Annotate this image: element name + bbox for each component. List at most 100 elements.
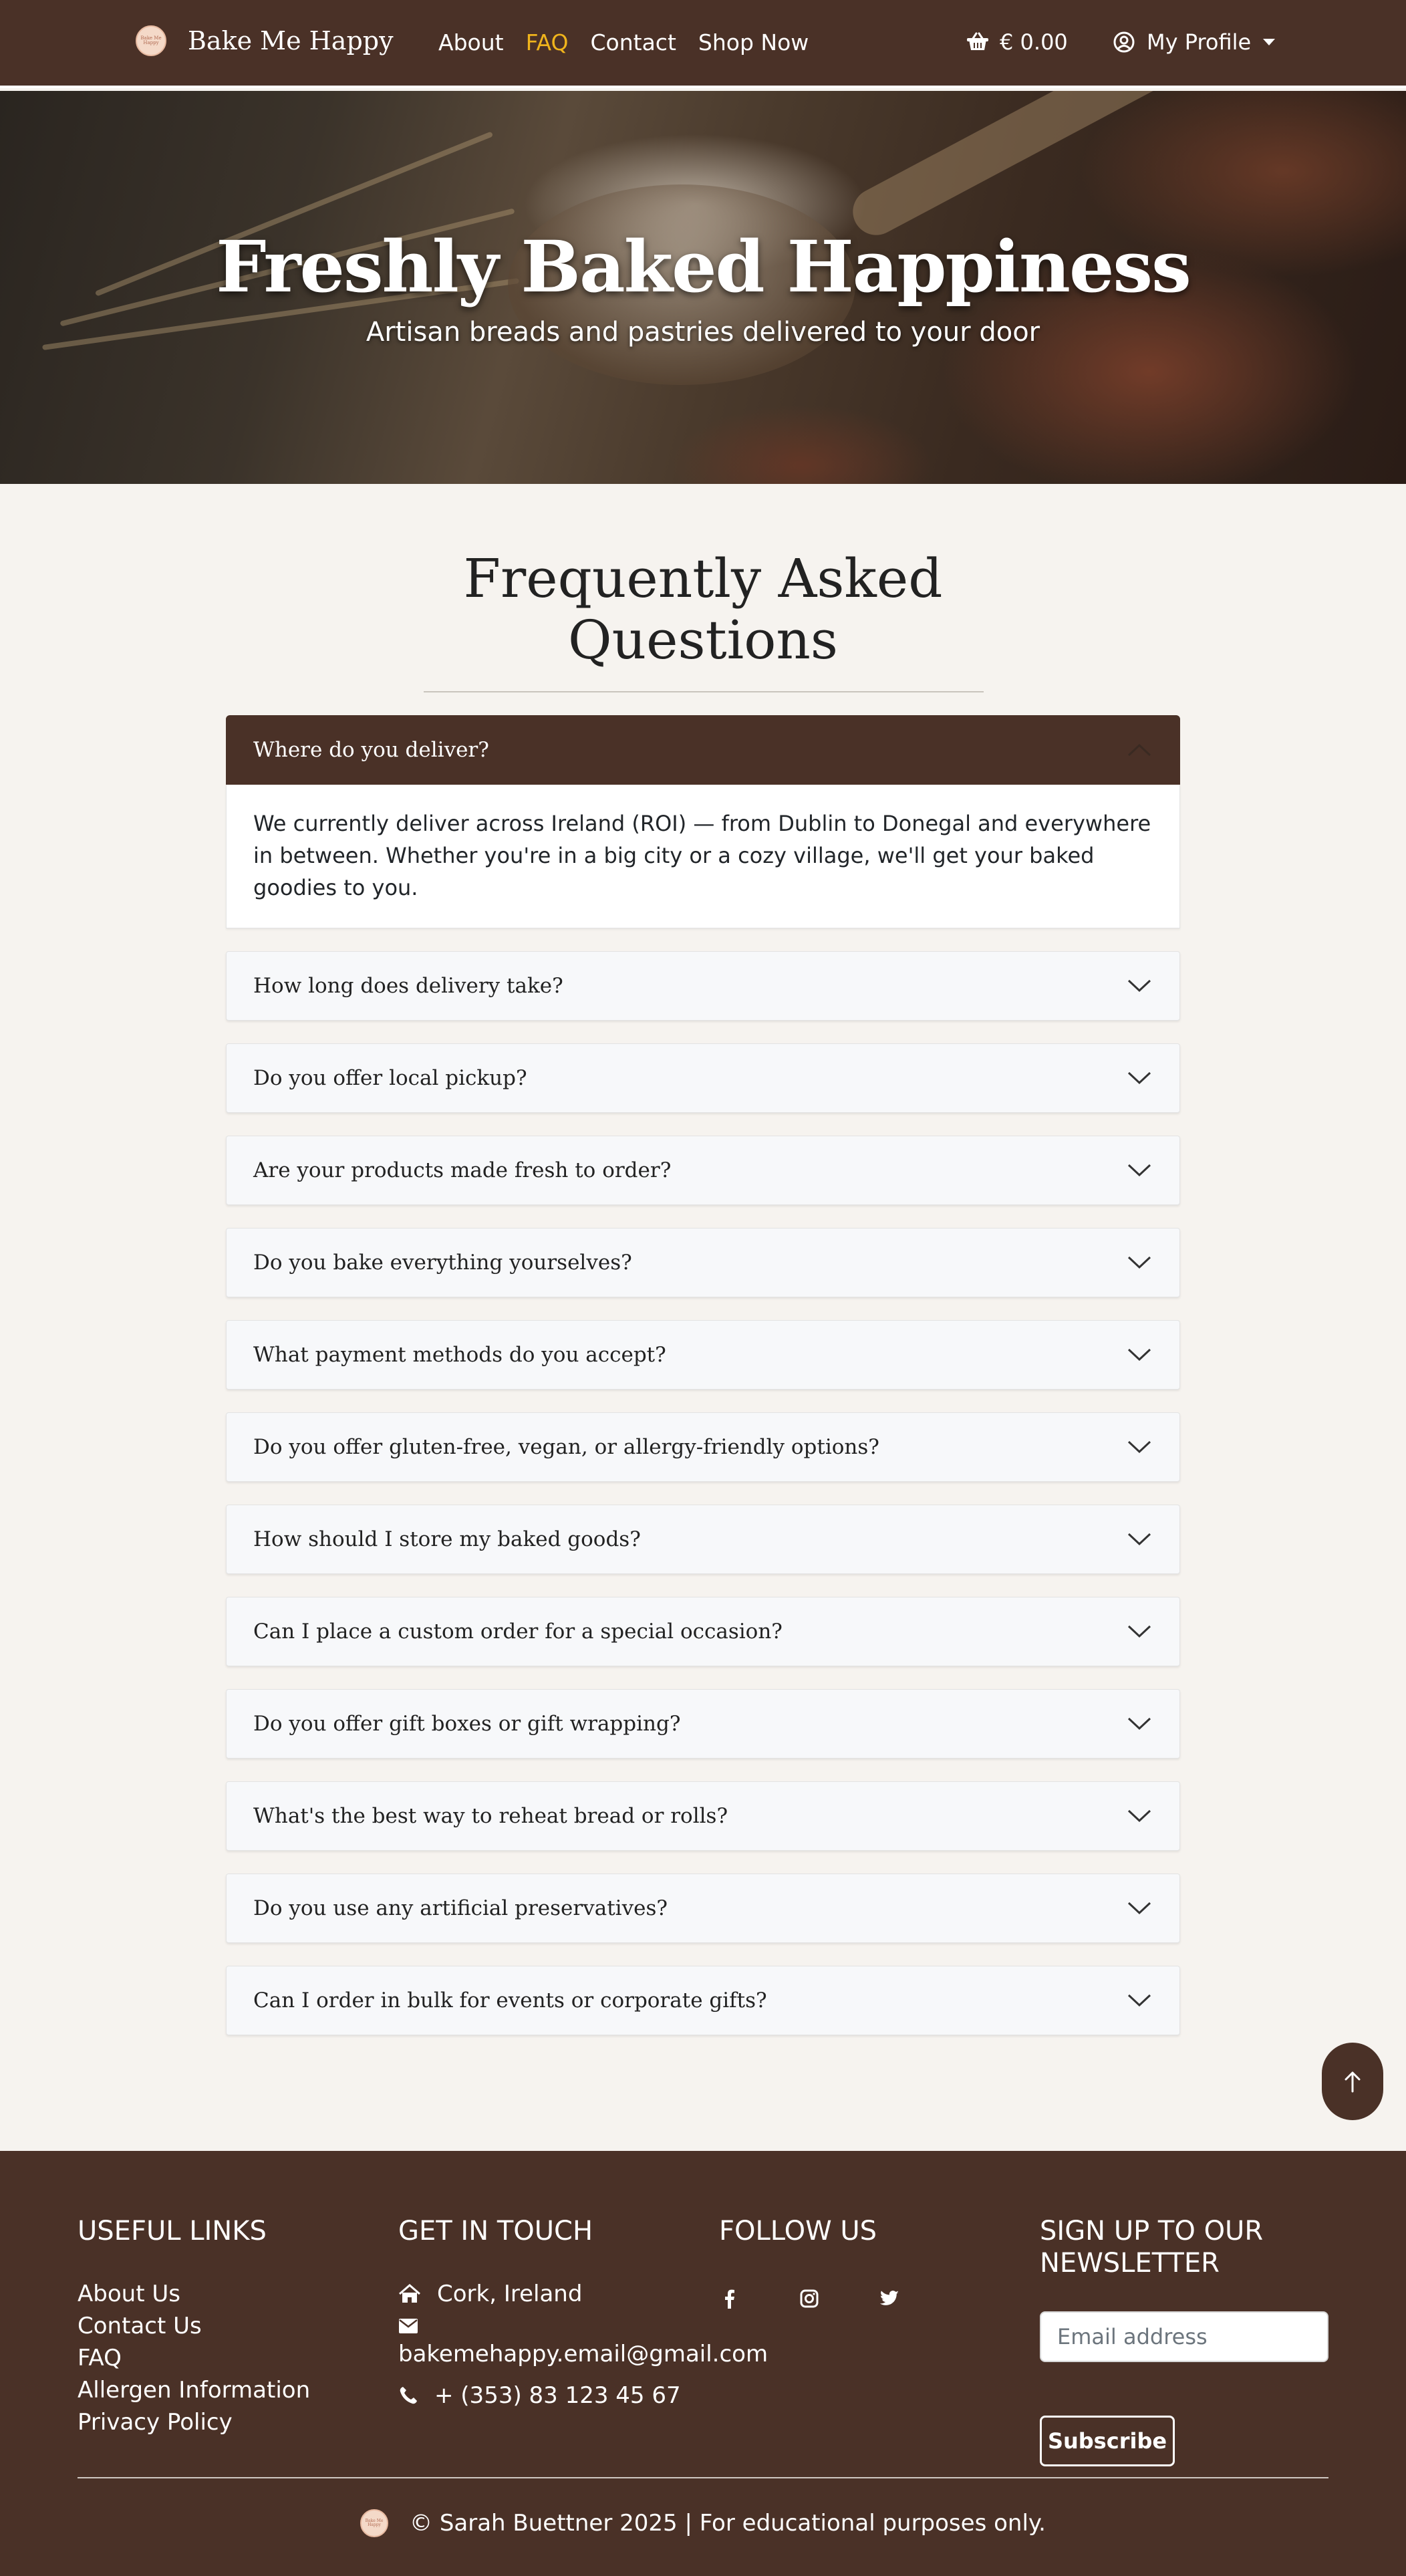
nav-link-shop-now[interactable]: Shop Now [698,29,809,55]
faq-question-toggle[interactable]: Do you use any artificial preservatives? [226,1874,1180,1943]
chevron-down-icon [1127,1164,1151,1177]
footer-heading: GET IN TOUCH [398,2216,593,2246]
faq-question: Are your products made fresh to order? [253,1158,672,1182]
footer-newsletter: SIGN UP TO OUR NEWSLETTER [1040,2215,1263,2279]
back-to-top-button[interactable] [1322,2043,1383,2120]
facebook-icon[interactable] [719,2289,739,2309]
copyright-text: © Sarah Buettner 2025 | For educational … [410,2510,1046,2537]
faq-item: Do you bake everything yourselves? [226,1228,1180,1297]
footer-heading: USEFUL LINKS [78,2216,267,2246]
faq-item: How should I store my baked goods? [226,1505,1180,1574]
hero-banner: Freshly Baked Happiness Artisan breads a… [0,91,1406,484]
faq-question: Do you offer local pickup? [253,1066,527,1090]
contact-email-text: bakemehappy.email@gmail.com [398,2341,768,2367]
arrow-up-icon [1345,2071,1361,2093]
social-links [719,2289,960,2309]
chevron-down-icon [1127,1071,1151,1085]
faq-question: Do you offer gluten-free, vegan, or alle… [253,1435,879,1459]
footer-contact: GET IN TOUCH Cork, Ireland bakemehappy.e… [398,2215,768,2412]
faq-item: Do you offer local pickup? [226,1043,1180,1113]
nav-link-faq[interactable]: FAQ [526,29,569,55]
newsletter-heading-line2: NEWSLETTER [1040,2248,1220,2279]
brand-logo: Bake Me Happy [136,25,166,56]
faq-question-toggle[interactable]: What payment methods do you accept? [226,1320,1180,1390]
instagram-icon[interactable] [799,2289,819,2309]
basket-icon [967,32,988,50]
subscribe-button[interactable]: Subscribe [1040,2416,1175,2466]
faq-question: Do you offer gift boxes or gift wrapping… [253,1712,681,1736]
contact-location: Cork, Ireland [398,2278,768,2310]
contact-phone[interactable]: + (353) 83 123 45 67 [398,2379,768,2412]
newsletter-email-input[interactable] [1040,2311,1328,2362]
cart-button[interactable]: € 0.00 [966,29,1068,55]
user-circle-icon [1113,31,1135,53]
chevron-down-icon [1127,1809,1151,1823]
brand[interactable]: Bake Me Happy Bake Me Happy [136,25,394,56]
faq-item: Can I order in bulk for events or corpor… [226,1966,1180,2035]
top-navbar: Bake Me Happy Bake Me Happy About FAQ Co… [0,0,1406,88]
footer-logo: Bake Me Happy [360,2509,389,2537]
faq-question-toggle[interactable]: Do you offer local pickup? [226,1043,1180,1113]
chevron-down-icon [1127,1994,1151,2007]
faq-heading-line1: Frequently Asked [463,547,943,610]
chevron-up-icon [1127,743,1151,757]
faq-item: Do you offer gift boxes or gift wrapping… [226,1689,1180,1759]
logo-text: Bake Me Happy [365,2519,384,2527]
faq-question-toggle[interactable]: Can I place a custom order for a special… [226,1597,1180,1666]
envelope-icon [399,2319,418,2333]
faq-question: Do you bake everything yourselves? [253,1251,632,1275]
footer-link-list: About Us Contact Us FAQ Allergen Informa… [78,2278,310,2438]
faq-item: What's the best way to reheat bread or r… [226,1781,1180,1851]
faq-question-toggle[interactable]: How should I store my baked goods? [226,1505,1180,1574]
faq-question: How long does delivery take? [253,974,563,998]
chevron-down-icon [1127,1440,1151,1454]
faq-question-toggle[interactable]: Do you bake everything yourselves? [226,1228,1180,1297]
footer-link-privacy-policy[interactable]: Privacy Policy [78,2406,310,2438]
footer-heading: FOLLOW US [719,2216,877,2246]
faq-item: Can I place a custom order for a special… [226,1597,1180,1666]
faq-answer: We currently deliver across Ireland (ROI… [226,785,1180,928]
footer-link-about-us[interactable]: About Us [78,2278,310,2310]
contact-email[interactable]: bakemehappy.email@gmail.com [398,2318,768,2370]
faq-question-toggle[interactable]: How long does delivery take? [226,951,1180,1021]
faq-question-toggle[interactable]: Do you offer gluten-free, vegan, or alle… [226,1412,1180,1482]
faq-accordion: Where do you deliver? We currently deliv… [226,715,1180,2058]
nav-link-contact[interactable]: Contact [591,29,676,55]
footer-link-faq[interactable]: FAQ [78,2342,310,2374]
faq-question-toggle[interactable]: Where do you deliver? [226,715,1180,785]
profile-label: My Profile [1147,29,1252,55]
faq-item: What payment methods do you accept? [226,1320,1180,1390]
faq-item: Where do you deliver? We currently deliv… [226,715,1180,928]
faq-question: How should I store my baked goods? [253,1527,641,1551]
nav-link-about[interactable]: About [438,29,504,55]
contact-location-text: Cork, Ireland [437,2281,583,2307]
faq-question-toggle[interactable]: Do you offer gift boxes or gift wrapping… [226,1689,1180,1759]
faq-question-toggle[interactable]: What's the best way to reheat bread or r… [226,1781,1180,1851]
faq-question-toggle[interactable]: Can I order in bulk for events or corpor… [226,1966,1180,2035]
home-icon [399,2284,420,2303]
footer-link-allergen-information[interactable]: Allergen Information [78,2374,310,2406]
faq-question: What's the best way to reheat bread or r… [253,1804,728,1828]
faq-heading-line2: Questions [568,609,838,671]
footer-link-contact-us[interactable]: Contact Us [78,2310,310,2342]
chevron-down-icon [1127,1348,1151,1362]
brand-name[interactable]: Bake Me Happy [188,26,394,55]
footer-heading: SIGN UP TO OUR NEWSLETTER [1040,2215,1263,2279]
faq-question: Do you use any artificial preservatives? [253,1896,668,1920]
footer-divider [78,2477,1328,2478]
faq-question-toggle[interactable]: Are your products made fresh to order? [226,1136,1180,1205]
footer-follow: FOLLOW US [719,2215,960,2309]
chevron-down-icon [1127,1625,1151,1638]
copyright-bar: Bake Me Happy © Sarah Buettner 2025 | Fo… [0,2509,1406,2537]
chevron-down-icon [1127,1256,1151,1269]
faq-heading: Frequently Asked Questions [0,548,1406,671]
chevron-down-icon [1127,1717,1151,1730]
faq-item: Do you use any artificial preservatives? [226,1874,1180,1943]
chevron-down-icon [1127,1902,1151,1915]
chevron-down-icon [1127,979,1151,993]
faq-item: How long does delivery take? [226,951,1180,1021]
faq-item: Do you offer gluten-free, vegan, or alle… [226,1412,1180,1482]
profile-dropdown[interactable]: My Profile [1113,29,1276,55]
footer-useful-links: USEFUL LINKS About Us Contact Us FAQ All… [78,2215,310,2438]
twitter-icon[interactable] [879,2289,899,2309]
